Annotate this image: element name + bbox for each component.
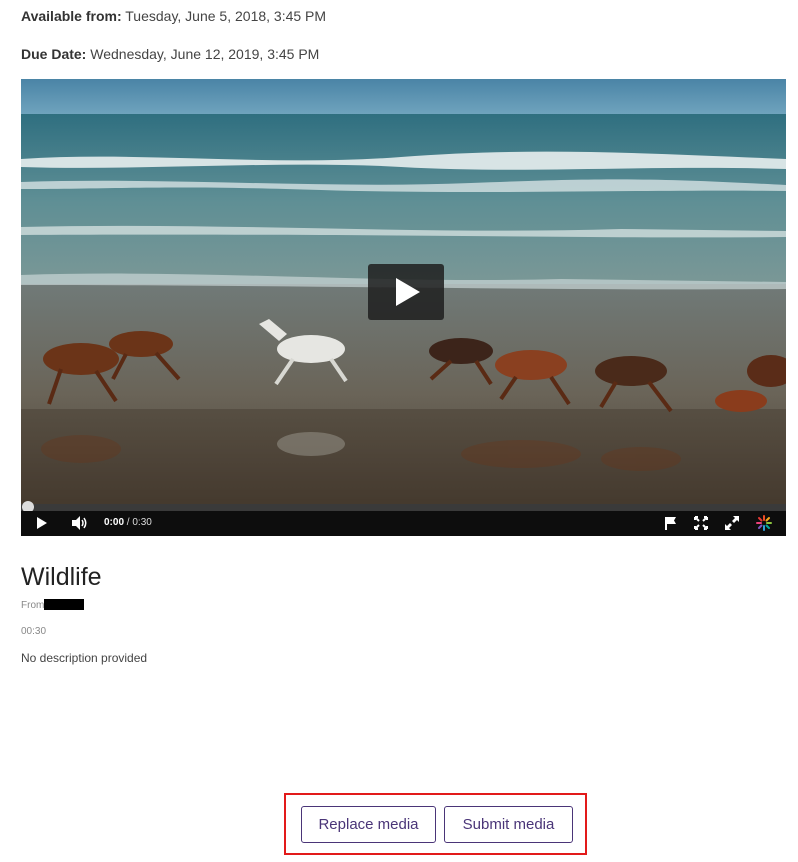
media-duration: 00:30 — [21, 626, 47, 637]
media-description: No description provided — [21, 651, 148, 665]
from-label: From — [21, 600, 45, 611]
redacted-owner-name — [44, 599, 85, 610]
time-display: 0:00 / 0:30 — [104, 517, 152, 528]
media-owner: From — [21, 599, 85, 611]
due-date-label: Due Date: — [21, 46, 87, 62]
player-controls: 0:00 / 0:30 — [21, 511, 786, 536]
available-from: Available from: Tuesday, June 5, 2018, 3… — [21, 8, 326, 24]
big-play-button[interactable] — [368, 264, 444, 320]
loading-spinner-icon — [756, 515, 772, 531]
replace-media-button[interactable]: Replace media — [301, 806, 436, 843]
flag-icon[interactable] — [663, 515, 679, 531]
resize-icon[interactable] — [693, 515, 709, 531]
submit-media-button[interactable]: Submit media — [444, 806, 573, 843]
play-icon — [396, 278, 420, 306]
progress-bar[interactable] — [21, 501, 786, 513]
available-from-value: Tuesday, June 5, 2018, 3:45 PM — [125, 8, 327, 24]
media-title: Wildlife — [21, 563, 102, 591]
play-icon[interactable] — [35, 515, 49, 531]
video-player[interactable]: 0:00 / 0:30 — [21, 79, 786, 536]
due-date: Due Date: Wednesday, June 12, 2019, 3:45… — [21, 46, 319, 62]
due-date-value: Wednesday, June 12, 2019, 3:45 PM — [90, 46, 320, 62]
volume-icon[interactable] — [71, 515, 89, 531]
available-from-label: Available from: — [21, 8, 122, 24]
current-time: 0:00 — [104, 517, 125, 528]
fullscreen-icon[interactable] — [724, 515, 740, 531]
total-time: / 0:30 — [126, 517, 152, 528]
